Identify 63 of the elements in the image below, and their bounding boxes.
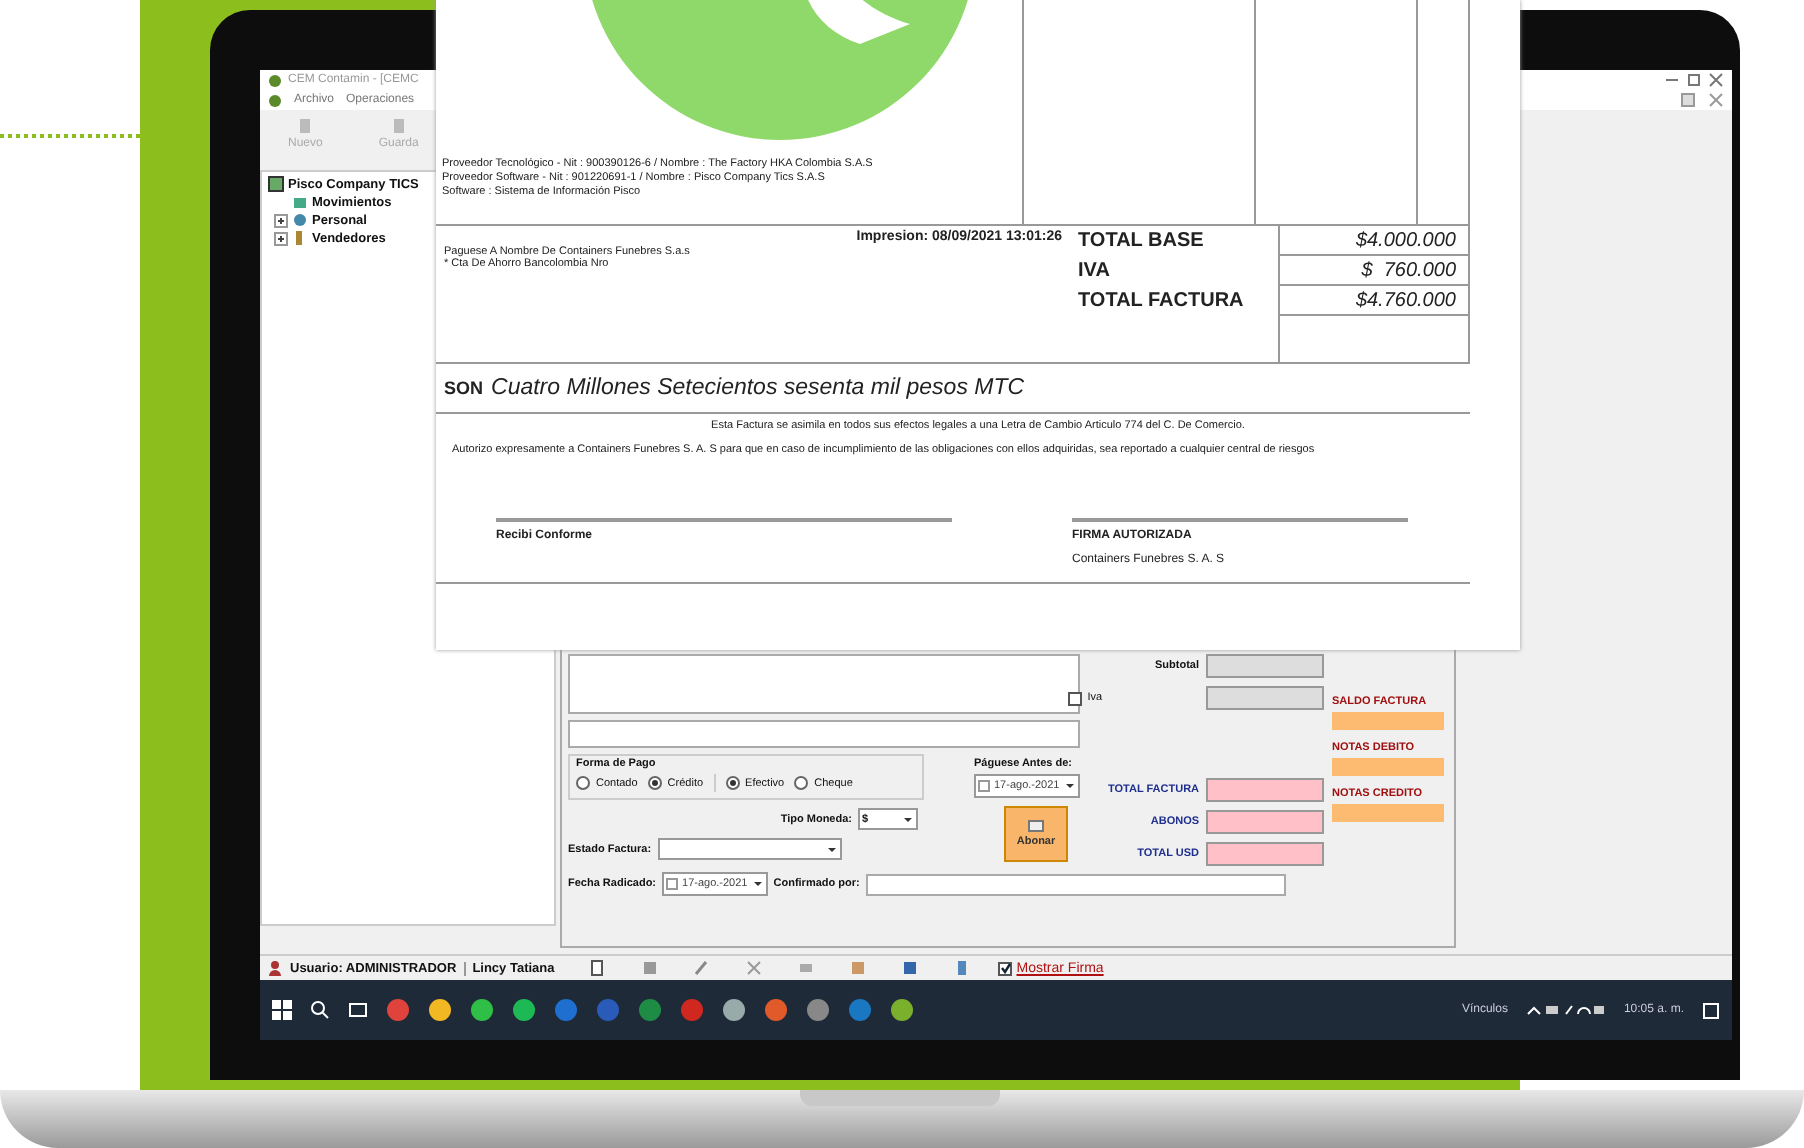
pencil-icon[interactable] <box>694 960 711 976</box>
close-icon[interactable] <box>1708 92 1724 108</box>
radio-button[interactable] <box>725 776 740 790</box>
subtotal-field[interactable] <box>1205 654 1324 678</box>
task-view-icon[interactable] <box>348 1000 368 1020</box>
amount-label: SON <box>444 378 484 398</box>
close-icon[interactable] <box>1708 72 1724 88</box>
total-label: TOTAL BASE <box>1078 228 1206 256</box>
total-label: TOTAL FACTURA <box>1078 288 1246 316</box>
maximize-icon[interactable] <box>1686 72 1702 88</box>
text-field[interactable] <box>568 720 1080 748</box>
document-icon[interactable] <box>590 960 607 976</box>
notification-icon[interactable] <box>1702 1001 1720 1019</box>
amount-field[interactable] <box>1205 842 1324 866</box>
expand-icon[interactable] <box>274 231 288 245</box>
image-icon[interactable] <box>850 960 867 976</box>
caret-icon <box>1063 779 1076 791</box>
document-icon <box>298 118 313 134</box>
app-icon[interactable] <box>890 998 914 1022</box>
app-icon[interactable] <box>764 998 788 1022</box>
iva-field[interactable] <box>1205 686 1324 710</box>
caret-icon <box>902 813 914 825</box>
amount-field[interactable] <box>1205 810 1324 834</box>
app-icon[interactable] <box>722 998 746 1022</box>
money-icon <box>1028 820 1044 832</box>
balance-field[interactable] <box>1332 758 1444 776</box>
balance-field[interactable] <box>1332 804 1444 822</box>
delete-icon[interactable] <box>746 960 763 976</box>
print-icon[interactable] <box>798 960 815 976</box>
document-icon <box>391 118 406 134</box>
restore-icon[interactable] <box>1680 92 1696 108</box>
checkbox[interactable] <box>998 961 1013 975</box>
exit-icon[interactable] <box>954 960 971 976</box>
app-icon[interactable] <box>386 998 410 1022</box>
app-icon[interactable] <box>428 998 452 1022</box>
total-value: $4.000.000 <box>1278 226 1468 256</box>
amount-in-words: Cuatro Millones Setecientos sesenta mil pesos MTC <box>491 376 1025 400</box>
app-icon[interactable] <box>470 998 494 1022</box>
notes-field[interactable] <box>568 654 1080 714</box>
app-icon[interactable] <box>638 998 662 1022</box>
radio-button[interactable] <box>794 776 809 790</box>
expand-icon[interactable] <box>274 213 288 227</box>
company-icon <box>268 176 284 192</box>
caret-icon <box>825 843 838 855</box>
amount-field[interactable] <box>1205 778 1324 802</box>
status-dropdown[interactable] <box>657 838 842 860</box>
user-icon <box>268 960 282 976</box>
total-value: $ 760.000 <box>1278 256 1468 286</box>
app-icon[interactable] <box>512 998 536 1022</box>
app-icon[interactable] <box>806 998 830 1022</box>
radio-button[interactable] <box>576 776 590 790</box>
radio-button[interactable] <box>647 776 662 790</box>
grid-icon[interactable] <box>642 960 659 976</box>
check-icon <box>999 962 1012 974</box>
search-icon[interactable] <box>310 1000 330 1020</box>
tray-icons[interactable] <box>1525 1002 1606 1018</box>
total-label: IVA <box>1078 258 1112 286</box>
confirmed-by-field[interactable] <box>865 873 1286 895</box>
save-icon[interactable] <box>902 960 919 976</box>
caret-icon <box>751 878 764 890</box>
balance-field[interactable] <box>1332 712 1444 730</box>
total-value: $4.760.000 <box>1278 286 1468 316</box>
windows-icon[interactable] <box>272 1000 292 1020</box>
